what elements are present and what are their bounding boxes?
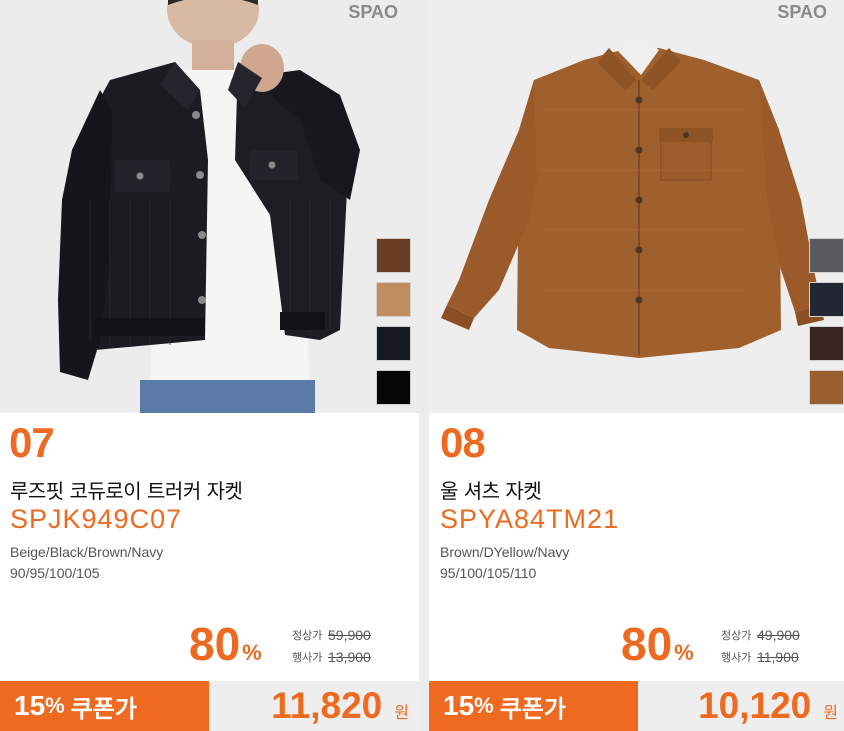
coupon-price: 10,120 bbox=[698, 685, 812, 726]
product-number: 07 bbox=[9, 419, 55, 466]
product-grid: SPAO 07 루즈핏 코듀로이 트러커 자켓 SPJK949C07 Beige… bbox=[0, 0, 844, 731]
sale-price-label: 행사가 bbox=[721, 651, 752, 664]
product-name[interactable]: 루즈핏 코듀로이 트러커 자켓 bbox=[10, 475, 243, 504]
sale-price: 11,900 bbox=[757, 649, 799, 665]
coupon-bar[interactable]: 15% 쿠폰가 11,820 원 bbox=[0, 681, 419, 731]
brand-logo: SPAO bbox=[348, 2, 398, 22]
brand-logo: SPAO bbox=[777, 2, 827, 22]
color-swatch[interactable] bbox=[376, 238, 411, 273]
product-colors: Beige/Black/Brown/Navy bbox=[10, 544, 164, 560]
sale-price-row: 행사가 11,900 bbox=[721, 646, 831, 668]
coupon-label: 쿠폰가 bbox=[499, 694, 566, 723]
discount-rate: 80% bbox=[189, 617, 262, 671]
color-swatch[interactable] bbox=[376, 282, 411, 317]
coupon-tag: 15% 쿠폰가 bbox=[0, 681, 209, 731]
product-card[interactable]: SPAO 07 루즈핏 코듀로이 트러커 자켓 SPJK949C07 Beige… bbox=[0, 0, 419, 731]
product-sizes: 95/100/105/110 bbox=[440, 565, 537, 581]
corduroy-jacket-photo bbox=[0, 0, 419, 413]
product-image[interactable]: SPAO bbox=[0, 0, 419, 413]
product-code: SPYA84TM21 bbox=[440, 504, 620, 534]
regular-price-label: 정상가 bbox=[721, 629, 752, 642]
coupon-label: 쿠폰가 bbox=[70, 694, 137, 723]
coupon-price: 11,820 bbox=[271, 685, 383, 726]
product-number: 08 bbox=[440, 419, 486, 466]
regular-price-row: 정상가 49,900 bbox=[721, 624, 831, 646]
discount-number: 80 bbox=[189, 618, 241, 670]
product-colors: Brown/DYellow/Navy bbox=[440, 544, 570, 560]
color-swatches bbox=[809, 238, 844, 405]
color-swatch[interactable] bbox=[809, 326, 844, 361]
discount-percent-sign: % bbox=[242, 640, 262, 665]
currency-label: 원 bbox=[823, 703, 838, 722]
coupon-number: 15 bbox=[443, 690, 475, 721]
product-name[interactable]: 울 셔츠 자켓 bbox=[440, 475, 542, 504]
color-swatch[interactable] bbox=[809, 282, 844, 317]
regular-price-row: 정상가 59,900 bbox=[292, 624, 402, 646]
coupon-percent-sign: % bbox=[474, 693, 494, 718]
coupon-price-box: 10,120 원 bbox=[638, 681, 844, 731]
color-swatches bbox=[376, 238, 411, 405]
wool-shirt-photo bbox=[429, 0, 844, 413]
discount-number: 80 bbox=[621, 618, 673, 670]
currency-label: 원 bbox=[394, 703, 409, 722]
sale-price: 13,900 bbox=[328, 649, 371, 665]
sale-price-label: 행사가 bbox=[292, 651, 323, 664]
price-table: 정상가 49,900 행사가 11,900 bbox=[721, 624, 831, 668]
regular-price-label: 정상가 bbox=[292, 629, 323, 642]
product-code: SPJK949C07 bbox=[10, 504, 183, 534]
color-swatch[interactable] bbox=[376, 326, 411, 361]
discount-rate: 80% bbox=[621, 617, 694, 671]
coupon-percent-sign: % bbox=[45, 693, 65, 718]
discount-percent-sign: % bbox=[674, 640, 694, 665]
color-swatch[interactable] bbox=[809, 238, 844, 273]
product-image[interactable]: SPAO bbox=[429, 0, 844, 413]
regular-price: 59,900 bbox=[328, 627, 371, 643]
price-table: 정상가 59,900 행사가 13,900 bbox=[292, 624, 402, 668]
coupon-number: 15 bbox=[14, 690, 46, 721]
product-card[interactable]: SPAO 08 울 셔츠 자켓 SPYA84TM21 Brown/DYellow… bbox=[429, 0, 844, 731]
coupon-tag: 15% 쿠폰가 bbox=[429, 681, 638, 731]
regular-price: 49,900 bbox=[757, 627, 800, 643]
product-sizes: 90/95/100/105 bbox=[10, 565, 100, 581]
coupon-price-box: 11,820 원 bbox=[209, 681, 419, 731]
color-swatch[interactable] bbox=[376, 370, 411, 405]
sale-price-row: 행사가 13,900 bbox=[292, 646, 402, 668]
coupon-bar[interactable]: 15% 쿠폰가 10,120 원 bbox=[429, 681, 844, 731]
color-swatch[interactable] bbox=[809, 370, 844, 405]
